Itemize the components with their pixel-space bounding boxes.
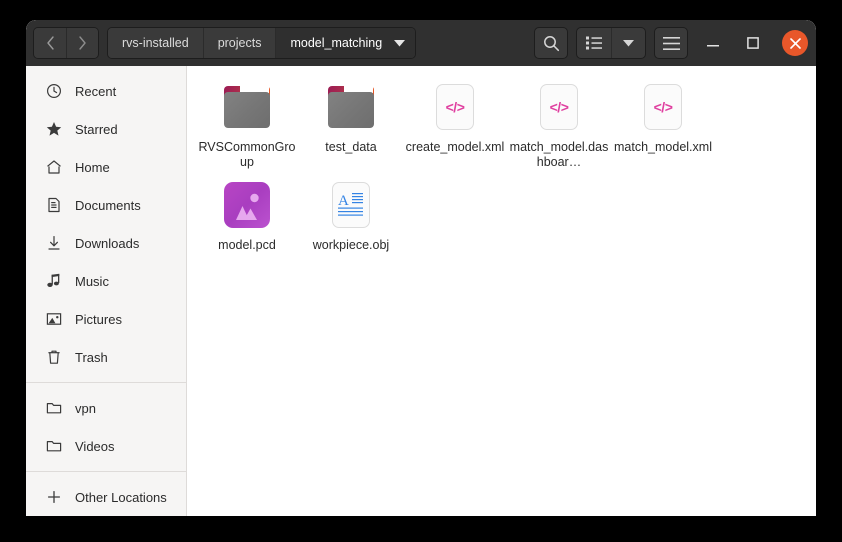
file-label: model.pcd xyxy=(218,238,276,252)
file-item-match-model-dashboard[interactable]: </> match_model.dashboar… xyxy=(507,76,611,174)
sidebar-item-trash[interactable]: Trash xyxy=(26,338,186,376)
text-file-icon: A xyxy=(326,180,376,230)
hamburger-icon xyxy=(662,36,680,50)
breadcrumb-item-model-matching[interactable]: model_matching xyxy=(275,28,416,58)
sidebar-item-music[interactable]: Music xyxy=(26,262,186,300)
maximize-icon xyxy=(747,37,759,49)
sidebar-item-vpn[interactable]: vpn xyxy=(26,389,186,427)
breadcrumb-item-rvs-installed[interactable]: rvs-installed xyxy=(108,28,203,58)
xml-file-icon: </> xyxy=(638,82,688,132)
sidebar-item-label: Pictures xyxy=(75,311,122,327)
file-grid: RVSCommonGroup test_data </> create_mode… xyxy=(187,66,816,516)
back-button[interactable] xyxy=(34,28,66,58)
breadcrumb-label: projects xyxy=(217,36,262,50)
code-glyph: </> xyxy=(445,99,465,115)
sidebar: Recent Starred Home Documents Downloads … xyxy=(26,66,187,516)
search-icon xyxy=(543,35,559,51)
chevron-right-icon xyxy=(79,36,86,50)
chevron-left-icon xyxy=(46,36,54,50)
minimize-button[interactable] xyxy=(698,28,728,58)
folder-icon xyxy=(326,82,376,132)
sidebar-separator xyxy=(26,471,186,472)
chevron-down-icon xyxy=(394,39,406,47)
navigation-group xyxy=(33,27,99,59)
file-item-match-model-xml[interactable]: </> match_model.xml xyxy=(611,76,715,174)
breadcrumb-label: model_matching xyxy=(290,36,383,50)
sidebar-item-home[interactable]: Home xyxy=(26,148,186,186)
folder-icon xyxy=(222,82,272,132)
code-glyph: </> xyxy=(653,99,673,115)
documents-icon xyxy=(44,197,64,213)
image-file-icon xyxy=(222,180,272,230)
breadcrumb: rvs-installed projects model_matching xyxy=(107,27,417,59)
home-icon xyxy=(44,159,64,175)
xml-file-icon: </> xyxy=(430,82,480,132)
header-bar: rvs-installed projects model_matching xyxy=(26,20,816,66)
minimize-icon xyxy=(707,45,719,47)
file-label: create_model.xml xyxy=(405,140,505,154)
sidebar-item-label: Downloads xyxy=(75,235,140,251)
view-options-group xyxy=(576,27,646,59)
file-item-create-model-xml[interactable]: </> create_model.xml xyxy=(403,76,507,174)
file-item-workpiece-obj[interactable]: A workpiece.obj xyxy=(299,174,403,257)
file-item-rvscommongroup[interactable]: RVSCommonGroup xyxy=(195,76,299,174)
sidebar-item-label: Music xyxy=(75,273,109,289)
sidebar-item-label: Trash xyxy=(75,349,108,365)
download-icon xyxy=(44,235,64,251)
search-button[interactable] xyxy=(534,27,568,59)
sidebar-item-other-locations[interactable]: Other Locations xyxy=(26,478,186,516)
breadcrumb-item-projects[interactable]: projects xyxy=(202,28,276,58)
list-view-icon xyxy=(586,36,602,50)
sidebar-item-label: Starred xyxy=(75,121,118,137)
list-view-button[interactable] xyxy=(577,28,611,58)
chevron-down-icon xyxy=(623,39,634,46)
folder-icon xyxy=(44,438,64,454)
sidebar-item-label: Other Locations xyxy=(75,489,167,505)
mountain-glyph xyxy=(236,193,259,220)
file-label: match_model.dashboar… xyxy=(509,140,609,169)
code-glyph: </> xyxy=(549,99,569,115)
sidebar-item-pictures[interactable]: Pictures xyxy=(26,300,186,338)
window-body: Recent Starred Home Documents Downloads … xyxy=(26,66,816,516)
file-label: test_data xyxy=(325,140,377,154)
sidebar-item-label: Recent xyxy=(75,83,117,99)
sidebar-item-videos[interactable]: Videos xyxy=(26,427,186,465)
file-label: workpiece.obj xyxy=(312,238,390,252)
view-options-dropdown[interactable] xyxy=(611,28,645,58)
close-icon xyxy=(789,37,801,49)
svg-text:A: A xyxy=(338,193,349,209)
forward-button[interactable] xyxy=(66,28,98,58)
file-item-test-data[interactable]: test_data xyxy=(299,76,403,174)
sidebar-item-downloads[interactable]: Downloads xyxy=(26,224,186,262)
text-document-glyph: A xyxy=(338,193,363,216)
clock-icon xyxy=(44,83,64,99)
sidebar-item-documents[interactable]: Documents xyxy=(26,186,186,224)
maximize-button[interactable] xyxy=(738,28,768,58)
sidebar-item-label: Documents xyxy=(75,197,141,213)
folder-icon xyxy=(44,400,64,416)
file-label: RVSCommonGroup xyxy=(198,140,296,169)
trash-icon xyxy=(44,349,64,365)
breadcrumb-label: rvs-installed xyxy=(122,36,189,50)
close-button[interactable] xyxy=(782,30,808,56)
file-item-model-pcd[interactable]: model.pcd xyxy=(195,174,299,257)
xml-file-icon: </> xyxy=(534,82,584,132)
sidebar-item-label: Videos xyxy=(75,438,115,454)
main-menu-button[interactable] xyxy=(654,27,688,59)
sidebar-item-label: vpn xyxy=(75,400,96,416)
file-label: match_model.xml xyxy=(614,140,712,154)
sidebar-item-label: Home xyxy=(75,159,110,175)
sidebar-item-starred[interactable]: Starred xyxy=(26,110,186,148)
sidebar-separator xyxy=(26,382,186,383)
music-icon xyxy=(44,273,64,289)
sidebar-item-recent[interactable]: Recent xyxy=(26,72,186,110)
file-manager-window: rvs-installed projects model_matching Re… xyxy=(26,20,816,516)
pictures-icon xyxy=(44,311,64,327)
plus-icon xyxy=(44,489,64,505)
star-icon xyxy=(44,121,64,137)
